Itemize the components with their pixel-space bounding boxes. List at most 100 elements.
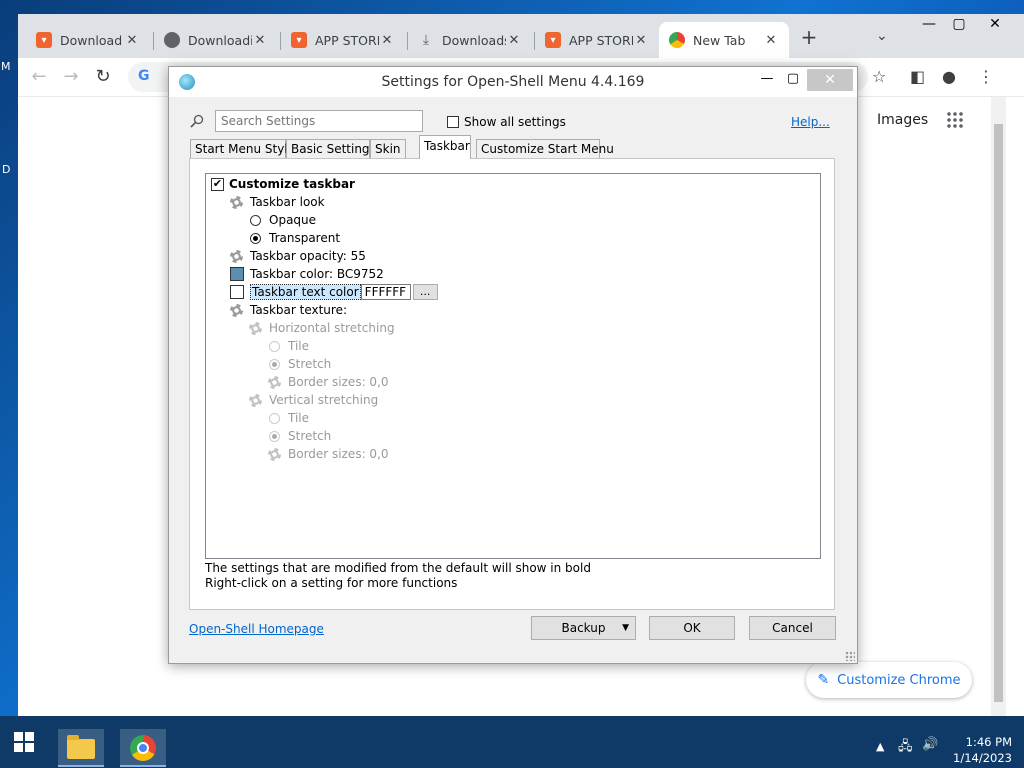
settings-dialog: Settings for Open-Shell Menu 4.4.169 — ▢… (168, 66, 858, 664)
h-stretch-radio[interactable]: Stretch (269, 355, 331, 373)
cancel-button[interactable]: Cancel (749, 616, 836, 640)
v-border-sizes-setting[interactable]: Border sizes: 0,0 (268, 445, 389, 463)
tab-title: Downloadin (188, 32, 252, 48)
forward-arrow-icon[interactable]: → (60, 66, 82, 88)
tab-customize-start-menu[interactable]: Customize Start Menu (476, 139, 614, 158)
taskbar-color-setting[interactable]: Taskbar color: BC9752 (230, 265, 384, 283)
gear-icon (249, 321, 262, 335)
scrollbar-thumb[interactable] (994, 124, 1003, 702)
star-icon[interactable]: ☆ (872, 67, 886, 86)
dialog-maximize-button[interactable]: ▢ (781, 71, 805, 86)
h-border-sizes-setting[interactable]: Border sizes: 0,0 (268, 373, 389, 391)
browse-color-button[interactable]: ... (412, 284, 438, 300)
setting-label: Horizontal stretching (269, 321, 395, 335)
search-settings-input[interactable] (215, 110, 423, 132)
start-button[interactable] (0, 716, 48, 768)
h-tile-radio[interactable]: Tile (269, 337, 309, 355)
profile-icon[interactable]: ● (942, 67, 956, 86)
taskbar-text-color-setting[interactable]: Taskbar text color FFFFFF ... (230, 283, 438, 301)
show-all-settings-checkbox[interactable]: Show all settings (447, 115, 566, 129)
checkbox-unchecked[interactable] (447, 116, 459, 128)
app-store-icon: ▾ (291, 32, 307, 48)
images-link[interactable]: Images (877, 112, 928, 128)
tab-start-menu-style[interactable]: Start Menu Style (190, 139, 295, 158)
show-hidden-icons-icon[interactable]: ▲ (876, 740, 884, 753)
setting-label: Opaque (269, 213, 317, 227)
settings-tree[interactable]: ✔ Customize taskbar Taskbar look Opaque … (205, 173, 821, 559)
open-shell-homepage-link[interactable]: Open-Shell Homepage (189, 622, 324, 636)
radio-on[interactable] (269, 358, 280, 370)
text-color-input[interactable]: FFFFFF (360, 284, 411, 300)
dialog-minimize-button[interactable]: — (755, 71, 779, 86)
back-arrow-icon[interactable]: ← (28, 66, 50, 88)
browser-tab-active[interactable]: New Tab ✕ (659, 22, 789, 58)
gear-icon (230, 303, 243, 317)
new-tab-button[interactable]: + (798, 26, 820, 48)
setting-label: Taskbar texture: (250, 303, 348, 317)
radio-on[interactable] (269, 430, 280, 442)
dialog-close-button[interactable]: ✕ (807, 69, 853, 91)
close-icon[interactable]: ✕ (506, 33, 522, 48)
network-icon[interactable]: 🖧 (898, 737, 913, 759)
radio-off[interactable] (269, 340, 280, 352)
tab-skin[interactable]: Skin (370, 139, 406, 158)
close-icon[interactable]: ✕ (633, 33, 649, 48)
close-window-button[interactable]: ✕ (980, 16, 1010, 36)
bold-settings-note: The settings that are modified from the … (205, 561, 591, 575)
radio-on[interactable] (250, 232, 261, 244)
tab-title: Downloads (442, 32, 506, 48)
horizontal-stretching-setting[interactable]: Horizontal stretching (249, 319, 395, 337)
radio-off[interactable] (269, 412, 280, 424)
backup-button[interactable]: Backup ▼ (531, 616, 636, 640)
help-link[interactable]: Help... (791, 115, 830, 129)
transparent-radio[interactable]: Transparent (250, 229, 340, 247)
gear-icon (230, 249, 243, 263)
close-icon[interactable]: ✕ (763, 33, 779, 48)
taskbar-opacity-setting[interactable]: Taskbar opacity: 55 (230, 247, 366, 265)
maximize-button[interactable]: ▢ (944, 16, 974, 36)
resize-grip-icon[interactable] (845, 651, 855, 661)
chrome-icon (130, 735, 156, 761)
chrome-taskbar-button[interactable] (120, 729, 166, 767)
tab-taskbar[interactable]: Taskbar (419, 135, 471, 159)
taskbar-look-setting[interactable]: Taskbar look (230, 193, 325, 211)
file-explorer-taskbar-button[interactable] (58, 729, 104, 767)
search-icon (190, 114, 204, 128)
opaque-radio[interactable]: Opaque (250, 211, 316, 229)
checkbox-checked[interactable]: ✔ (211, 177, 224, 191)
dialog-title-bar[interactable]: Settings for Open-Shell Menu 4.4.169 — ▢… (169, 67, 857, 97)
close-icon[interactable]: ✕ (379, 33, 395, 48)
browser-tab[interactable]: ▾ APP STORE ✕ (535, 22, 659, 58)
desktop-icon-label[interactable]: D (2, 163, 10, 176)
volume-icon[interactable]: 🔊 (922, 737, 938, 752)
side-panel-icon[interactable]: ◧ (910, 67, 925, 86)
browser-tab[interactable]: ⤓ Downloads ✕ (408, 22, 532, 58)
vertical-stretching-setting[interactable]: Vertical stretching (249, 391, 378, 409)
customize-chrome-button[interactable]: ✎ Customize Chrome (806, 662, 972, 698)
radio-off[interactable] (250, 214, 261, 226)
desktop-icon-label[interactable]: M (1, 60, 11, 73)
gear-icon (249, 393, 262, 407)
close-icon[interactable]: ✕ (252, 33, 268, 48)
tab-basic-settings[interactable]: Basic Settings (286, 139, 376, 158)
v-tile-radio[interactable]: Tile (269, 409, 309, 427)
v-stretch-radio[interactable]: Stretch (269, 427, 331, 445)
browser-tab[interactable]: Downloadin ✕ (154, 22, 278, 58)
apps-grid-icon[interactable] (946, 111, 964, 129)
customize-taskbar-setting[interactable]: ✔ Customize taskbar (211, 175, 355, 193)
system-clock[interactable]: 1:46 PM 1/14/2023 (942, 734, 1012, 766)
windows-logo-icon (14, 732, 34, 752)
setting-label: Border sizes: 0,0 (288, 447, 389, 461)
tab-search-button[interactable]: ⌄ (876, 28, 888, 44)
browser-tab[interactable]: ▾ Download V ✕ (26, 22, 150, 58)
reload-icon[interactable]: ↻ (92, 66, 114, 88)
taskbar-texture-setting[interactable]: Taskbar texture: (230, 301, 347, 319)
menu-dots-icon[interactable]: ⋮ (978, 67, 994, 86)
close-icon[interactable]: ✕ (124, 33, 140, 48)
minimize-button[interactable]: — (914, 16, 944, 36)
browser-tab[interactable]: ▾ APP STORE ✕ (281, 22, 405, 58)
ok-button[interactable]: OK (649, 616, 735, 640)
gear-icon (230, 195, 243, 209)
dialog-title: Settings for Open-Shell Menu 4.4.169 (381, 74, 645, 90)
gear-icon (268, 375, 281, 389)
